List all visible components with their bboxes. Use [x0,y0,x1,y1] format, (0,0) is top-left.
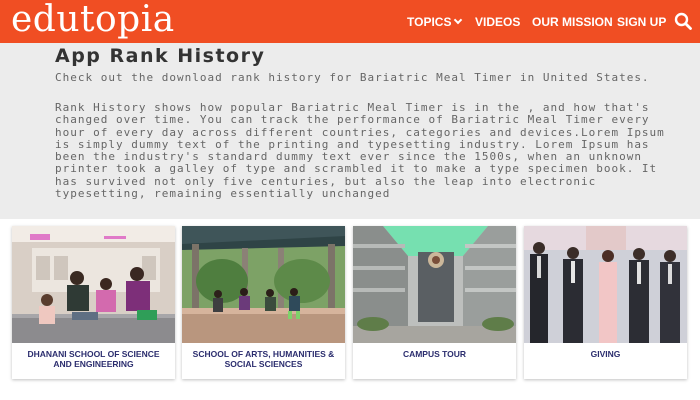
group-photo [524,226,687,343]
nav-sign-up[interactable]: SIGN UP [617,14,666,30]
pavilion-students-photo [182,226,345,343]
card-school-of-arts[interactable]: SCHOOL OF ARTS, HUMANITIES & SOCIAL SCIE… [182,226,345,379]
card-label: GIVING [590,349,621,359]
card-giving[interactable]: GIVING [524,226,687,379]
card-label: SCHOOL OF ARTS, HUMANITIES & SOCIAL SCIE… [192,349,335,369]
card-dhanani-school[interactable]: DHANANI SCHOOL OF SCIENCE AND ENGINEERIN… [12,226,175,379]
nav-topics-label: TOPICS [407,15,452,29]
body-paragraph: Rank History shows how popular Bariatric… [55,101,665,201]
chevron-down-icon [454,15,463,25]
card-label: CAMPUS TOUR [402,349,467,359]
search-icon[interactable] [674,12,692,30]
page-title: App Rank History [55,45,266,67]
edutopia-logo[interactable]: edutopia [11,0,175,40]
campus-building-photo [353,226,516,343]
nav-videos[interactable]: VIDEOS [475,14,520,30]
nav-our-mission[interactable]: OUR MISSION [532,14,613,30]
top-navbar: edutopia TOPICS VIDEOS OUR MISSION SIGN … [0,0,700,43]
rank-history-section: App Rank History Check out the download … [0,43,700,219]
nav-topics[interactable]: TOPICS [407,14,463,30]
intro-paragraph: Check out the download rank history for … [55,71,650,84]
card-campus-tour[interactable]: CAMPUS TOUR [353,226,516,379]
card-label: DHANANI SCHOOL OF SCIENCE AND ENGINEERIN… [27,349,160,369]
students-lab-photo [12,226,175,343]
